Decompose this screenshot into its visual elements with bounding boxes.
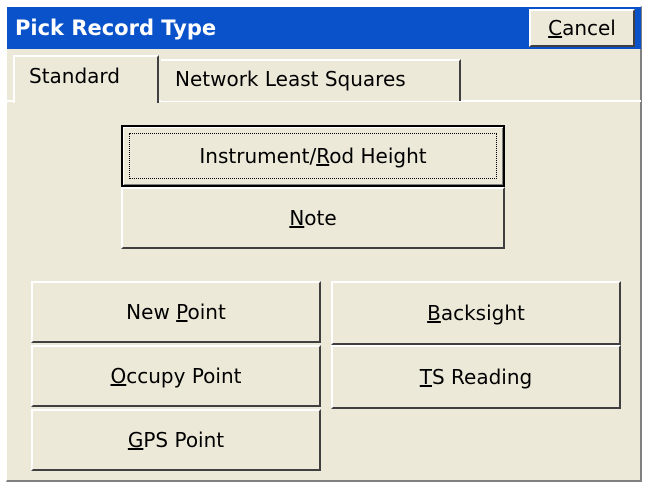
- ts-reading-label: TS Reading: [419, 365, 533, 389]
- pick-record-type-dialog: Pick Record Type Cancel Standard Network…: [6, 6, 642, 482]
- gps-point-label: GPS Point: [127, 428, 225, 452]
- tab-standard-label: Standard: [29, 64, 120, 88]
- cancel-label: Cancel: [548, 16, 616, 40]
- title-bar: Pick Record Type Cancel: [7, 7, 641, 49]
- new-point-button[interactable]: New Point: [31, 281, 321, 343]
- cancel-button[interactable]: Cancel: [529, 9, 635, 47]
- backsight-label: Backsight: [427, 301, 525, 325]
- note-label: Note: [289, 206, 337, 230]
- ts-reading-button[interactable]: TS Reading: [331, 345, 621, 409]
- instrument-rod-height-label: Instrument/Rod Height: [199, 144, 427, 168]
- dialog-title: Pick Record Type: [15, 16, 217, 40]
- tab-standard[interactable]: Standard: [13, 55, 159, 103]
- occupy-point-button[interactable]: Occupy Point: [31, 345, 321, 407]
- instrument-rod-height-button[interactable]: Instrument/Rod Height: [121, 125, 505, 187]
- tab-network-least-squares-label: Network Least Squares: [175, 67, 406, 91]
- new-point-label: New Point: [126, 300, 226, 324]
- tab-strip: Standard Network Least Squares: [7, 51, 641, 103]
- note-button[interactable]: Note: [121, 187, 505, 249]
- gps-point-button[interactable]: GPS Point: [31, 409, 321, 471]
- tab-network-least-squares[interactable]: Network Least Squares: [161, 59, 461, 101]
- backsight-button[interactable]: Backsight: [331, 281, 621, 345]
- occupy-point-label: Occupy Point: [110, 364, 242, 388]
